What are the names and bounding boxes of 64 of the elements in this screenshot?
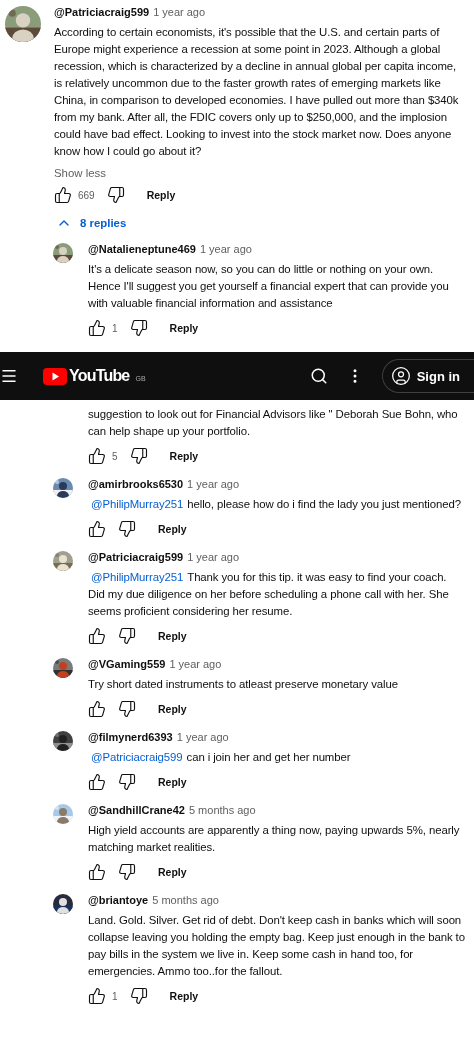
comment-time: 5 months ago	[152, 894, 219, 906]
comment-text: It's a delicate season now, so you can do little or nothing on your own. Hence I'll suggest you get yourself a financial expert that can provide you with valuable financial information and assistance	[88, 262, 450, 311]
author-name[interactable]: @Patriciacraig599	[54, 6, 150, 18]
author-name[interactable]: @Patriciacraig599	[88, 551, 184, 563]
comment-time: 5 months ago	[188, 804, 256, 816]
like-button[interactable]	[88, 773, 106, 791]
author-name[interactable]: @SandhillCrane42	[88, 804, 185, 816]
dislike-button[interactable]	[106, 186, 125, 204]
author-name[interactable]: @Natalieneptune469	[88, 243, 196, 255]
menu-icon[interactable]	[0, 367, 18, 385]
like-button[interactable]	[88, 520, 106, 538]
comment-time: 1 year ago	[153, 6, 206, 18]
comment-text: @PhilipMurray251 Thank you for this tip. it was easy to find your coach. Did my due diligence on her before scheduling a phone call with her. She seems proficient considering her resume.	[88, 570, 450, 619]
like-button[interactable]	[88, 319, 106, 337]
author-name[interactable]: @VGaming559	[88, 658, 166, 670]
comment-time: 1 year ago	[169, 658, 222, 670]
reply-button[interactable]: Reply	[169, 318, 199, 338]
like-button[interactable]	[88, 863, 106, 881]
show-less-link[interactable]: Show less	[54, 167, 106, 179]
like-button[interactable]	[88, 627, 106, 645]
reply-button[interactable]: Reply	[169, 446, 199, 466]
user-icon	[390, 366, 411, 386]
mention-link[interactable]: @Patriciacraig599	[91, 751, 183, 763]
like-count: 1	[112, 322, 118, 334]
reply-button[interactable]: Reply	[146, 185, 176, 205]
dislike-button[interactable]	[118, 863, 136, 881]
author-name[interactable]: @amirbrooks6530	[88, 478, 184, 490]
comment-time: 1 year ago	[187, 551, 240, 563]
reply-button[interactable]: Reply	[158, 519, 187, 539]
comment-text: High yield accounts are apparently a thing now, paying upwards 5%, nearly matching market realities.	[88, 823, 461, 855]
like-count: 5	[112, 450, 118, 462]
dislike-button[interactable]	[118, 773, 136, 791]
author-name[interactable]: @briantoye	[88, 894, 149, 906]
reply-button[interactable]: Reply	[158, 772, 187, 792]
reply-button[interactable]: Reply	[169, 986, 199, 1006]
dislike-button[interactable]	[118, 520, 136, 538]
comment-text: According to certain economists, it's possible that the U.S. and certain parts of Europe might experience a recession at some point in 2023. Although a global recession, which is characterized by a decline in annual global per capita income, is relatively uncommon due to the faster growth rates of emerging markets like China, in comparison to developed economies. I have pulled out more than $340k from my bank. After all, the FDIC covers only up to $250,000, and the implosion could have bad effect. Looking to invest into the stock market now. Does anyone know how I could go about it?	[54, 25, 460, 159]
mention-link[interactable]: @PhilipMurray251	[91, 498, 184, 510]
comment-text: Land. Gold. Silver. Get rid of debt. Don't keep cash in banks which will soon collapse leaving you holding the empty bag. Keep just enough in the bank to pay bills in the system we live in. Keep some cash in hand too, for emergencies. Ammo too..for the fallout.	[88, 913, 466, 979]
like-button[interactable]	[54, 186, 72, 204]
search-icon[interactable]	[309, 367, 328, 385]
comment-time: 1 year ago	[199, 243, 252, 255]
dislike-button[interactable]	[118, 627, 136, 645]
comment-time: 1 year ago	[187, 478, 240, 490]
comment-text: @Patriciacraig599 can i join her and get her number	[90, 750, 352, 765]
reply-button[interactable]: Reply	[158, 862, 187, 882]
dislike-button[interactable]	[118, 700, 136, 718]
comment-text: Try short dated instruments to atleast preserve monetary value	[88, 677, 399, 692]
like-button[interactable]	[88, 987, 106, 1005]
dislike-button[interactable]	[129, 447, 148, 465]
like-count: 669	[78, 189, 95, 201]
like-button[interactable]	[88, 447, 106, 465]
comment-time: 1 year ago	[176, 731, 229, 743]
like-button[interactable]	[88, 700, 106, 718]
comment-text: suggestion to look out for Financial Advisors like " Deborah Sue Bohn, who can help shape up your portfolio.	[88, 407, 459, 439]
reply-button[interactable]: Reply	[158, 699, 187, 719]
dislike-button[interactable]	[129, 319, 148, 337]
comment-text: @PhilipMurray251 hello, please how do i find the lady you just mentioned?	[90, 497, 462, 512]
replies-toggle[interactable]: 8 replies	[56, 211, 127, 235]
mention-link[interactable]: @PhilipMurray251	[91, 571, 184, 583]
like-count: 1	[112, 990, 118, 1002]
author-name[interactable]: @filmynerd6393	[88, 731, 173, 743]
dislike-button[interactable]	[129, 987, 148, 1005]
reply-button[interactable]: Reply	[158, 626, 187, 646]
